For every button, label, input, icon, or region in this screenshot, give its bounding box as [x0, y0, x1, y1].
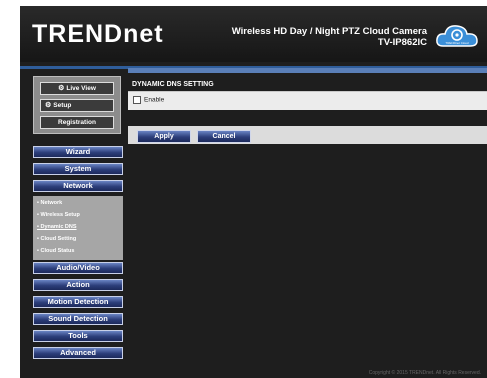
content-top-bar — [128, 68, 487, 73]
mode-panel: ⚙ Live View ⚙ Setup Registration — [33, 76, 121, 134]
submenu-cloud-status-label: Cloud Status — [40, 248, 75, 254]
section-title: DYNAMIC DNS SETTING — [130, 79, 487, 91]
submenu-wireless-setup-label: Wireless Setup — [40, 212, 80, 218]
submenu-dynamic-dns[interactable]: • Dynamic DNS — [37, 224, 77, 230]
trendnet-logo: TRENDnet — [32, 20, 164, 48]
enable-row: Enable — [133, 96, 164, 104]
settings-panel — [128, 91, 487, 110]
network-submenu: • Network • Wireless Setup • Dynamic DNS… — [33, 196, 123, 260]
nav-system[interactable]: System — [33, 163, 123, 175]
nav-advanced[interactable]: Advanced — [33, 347, 123, 359]
submenu-network-label: Network — [40, 200, 63, 206]
nav-tools[interactable]: Tools — [33, 330, 123, 342]
submenu-wireless-setup[interactable]: • Wireless Setup — [37, 212, 80, 218]
trendnet-cloud-logo: TRENDnet Cloud — [436, 25, 478, 47]
nav-network[interactable]: Network — [33, 180, 123, 192]
camera-ui-frame: TRENDnet Wireless HD Day / Night PTZ Clo… — [20, 6, 487, 378]
camera-title: Wireless HD Day / Night PTZ Cloud Camera… — [232, 26, 427, 48]
registration-label: Registration — [58, 119, 96, 126]
cancel-button[interactable]: Cancel — [197, 130, 251, 143]
registration-button[interactable]: Registration — [40, 116, 114, 129]
enable-checkbox[interactable] — [133, 96, 141, 104]
submenu-cloud-status[interactable]: • Cloud Status — [37, 248, 74, 254]
submenu-cloud-setting[interactable]: • Cloud Setting — [37, 236, 76, 242]
apply-button[interactable]: Apply — [137, 130, 191, 143]
setup-button[interactable]: ⚙ Setup — [40, 99, 114, 112]
live-view-button[interactable]: ⚙ Live View — [40, 82, 114, 95]
cloud-label: TRENDnet Cloud — [445, 41, 469, 45]
live-view-label: Live View — [66, 85, 96, 92]
gear-icon: ⚙ — [45, 102, 52, 109]
camera-title-line1: Wireless HD Day / Night PTZ Cloud Camera — [231, 26, 427, 37]
nav-audio-video[interactable]: Audio/Video — [33, 262, 123, 274]
copyright: Copyright © 2015 TRENDnet. All Rights Re… — [368, 370, 481, 376]
nav-action[interactable]: Action — [33, 279, 123, 291]
submenu-cloud-setting-label: Cloud Setting — [40, 236, 77, 242]
header: TRENDnet Wireless HD Day / Night PTZ Clo… — [20, 6, 487, 62]
nav-sound-detection[interactable]: Sound Detection — [33, 313, 123, 325]
enable-label: Enable — [144, 96, 165, 104]
submenu-dynamic-dns-label: Dynamic DNS — [40, 224, 77, 230]
camera-model: TV-IP862IC — [377, 37, 427, 48]
live-view-icon: ⚙ — [58, 85, 65, 92]
nav-motion-detection[interactable]: Motion Detection — [33, 296, 123, 308]
submenu-network[interactable]: • Network — [37, 200, 62, 206]
setup-label: Setup — [53, 102, 72, 109]
nav-wizard[interactable]: Wizard — [33, 146, 123, 158]
